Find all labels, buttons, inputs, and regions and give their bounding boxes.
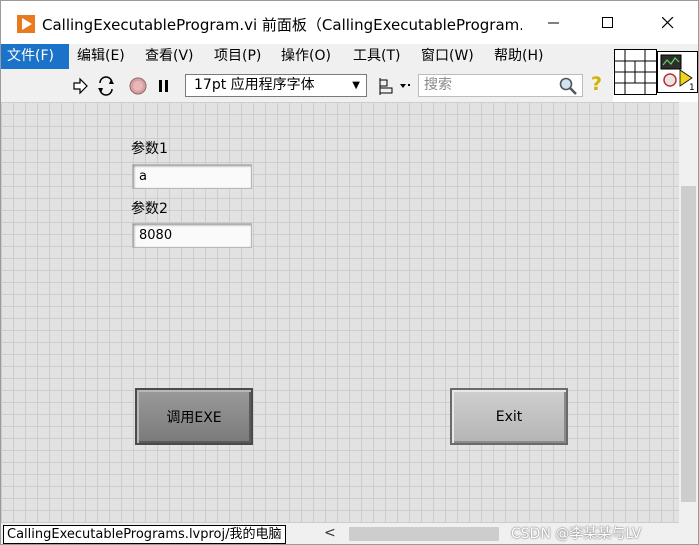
font-select[interactable]: 17pt 应用程序字体 ▼ xyxy=(185,74,367,97)
menu-project[interactable]: 项目(P) xyxy=(208,44,267,69)
param2-input[interactable]: 8080 xyxy=(132,223,252,248)
close-button[interactable] xyxy=(639,1,697,44)
window-title: CallingExecutableProgram.vi 前面板（CallingE… xyxy=(42,16,522,34)
menu-bar: 文件(F) 编辑(E) 查看(V) 项目(P) 操作(O) 工具(T) 窗口(W… xyxy=(1,44,698,69)
run-arrow-icon[interactable] xyxy=(69,75,91,97)
font-select-value: 17pt 应用程序字体 xyxy=(194,77,315,93)
maximize-button[interactable] xyxy=(579,1,637,44)
search-icon[interactable] xyxy=(558,76,578,103)
menu-operate[interactable]: 操作(O) xyxy=(275,44,337,69)
title-bar: CallingExecutableProgram.vi 前面板（CallingE… xyxy=(1,1,698,44)
run-continuously-icon[interactable] xyxy=(95,75,117,97)
labview-app-icon xyxy=(17,15,35,33)
call-exe-button[interactable]: 调用EXE xyxy=(135,388,253,445)
align-objects-icon[interactable] xyxy=(377,75,415,97)
horizontal-scroll-thumb[interactable] xyxy=(349,527,499,541)
connector-pane-icon[interactable] xyxy=(614,49,657,95)
menu-view[interactable]: 查看(V) xyxy=(139,44,200,69)
menu-edit[interactable]: 编辑(E) xyxy=(71,44,131,69)
vertical-scrollbar[interactable] xyxy=(679,102,698,523)
abort-icon[interactable] xyxy=(127,75,149,97)
scroll-left-arrow-icon[interactable]: < xyxy=(324,525,336,541)
csdn-watermark: CSDN @李某某与LV xyxy=(511,526,642,542)
status-bar: CallingExecutablePrograms.lvproj/我的电脑 < … xyxy=(1,523,698,544)
menu-help[interactable]: 帮助(H) xyxy=(488,44,549,69)
pause-icon[interactable] xyxy=(153,75,175,97)
vi-icon[interactable]: 1 xyxy=(657,51,698,93)
toolbar: 17pt 应用程序字体 ▼ 搜索 ? xyxy=(1,69,613,102)
param1-label: 参数1 xyxy=(131,141,168,157)
vertical-scroll-thumb[interactable] xyxy=(681,186,696,502)
param2-label: 参数2 xyxy=(131,201,168,217)
menu-window[interactable]: 窗口(W) xyxy=(415,44,480,69)
exit-button[interactable]: Exit xyxy=(450,388,568,445)
menu-file[interactable]: 文件(F) xyxy=(1,44,69,69)
search-input[interactable]: 搜索 xyxy=(418,74,583,97)
context-help-icon[interactable]: ? xyxy=(591,73,602,95)
param1-input[interactable]: a xyxy=(132,164,252,189)
labview-window: CallingExecutableProgram.vi 前面板（CallingE… xyxy=(0,0,699,545)
front-panel: 参数1 a 参数2 8080 调用EXE Exit xyxy=(1,102,679,523)
search-placeholder: 搜索 xyxy=(424,77,452,93)
menu-tools[interactable]: 工具(T) xyxy=(347,44,406,69)
chevron-down-icon: ▼ xyxy=(352,80,360,91)
project-path[interactable]: CallingExecutablePrograms.lvproj/我的电脑 xyxy=(3,525,286,544)
svg-text:1: 1 xyxy=(689,83,695,92)
minimize-button[interactable] xyxy=(525,1,583,44)
